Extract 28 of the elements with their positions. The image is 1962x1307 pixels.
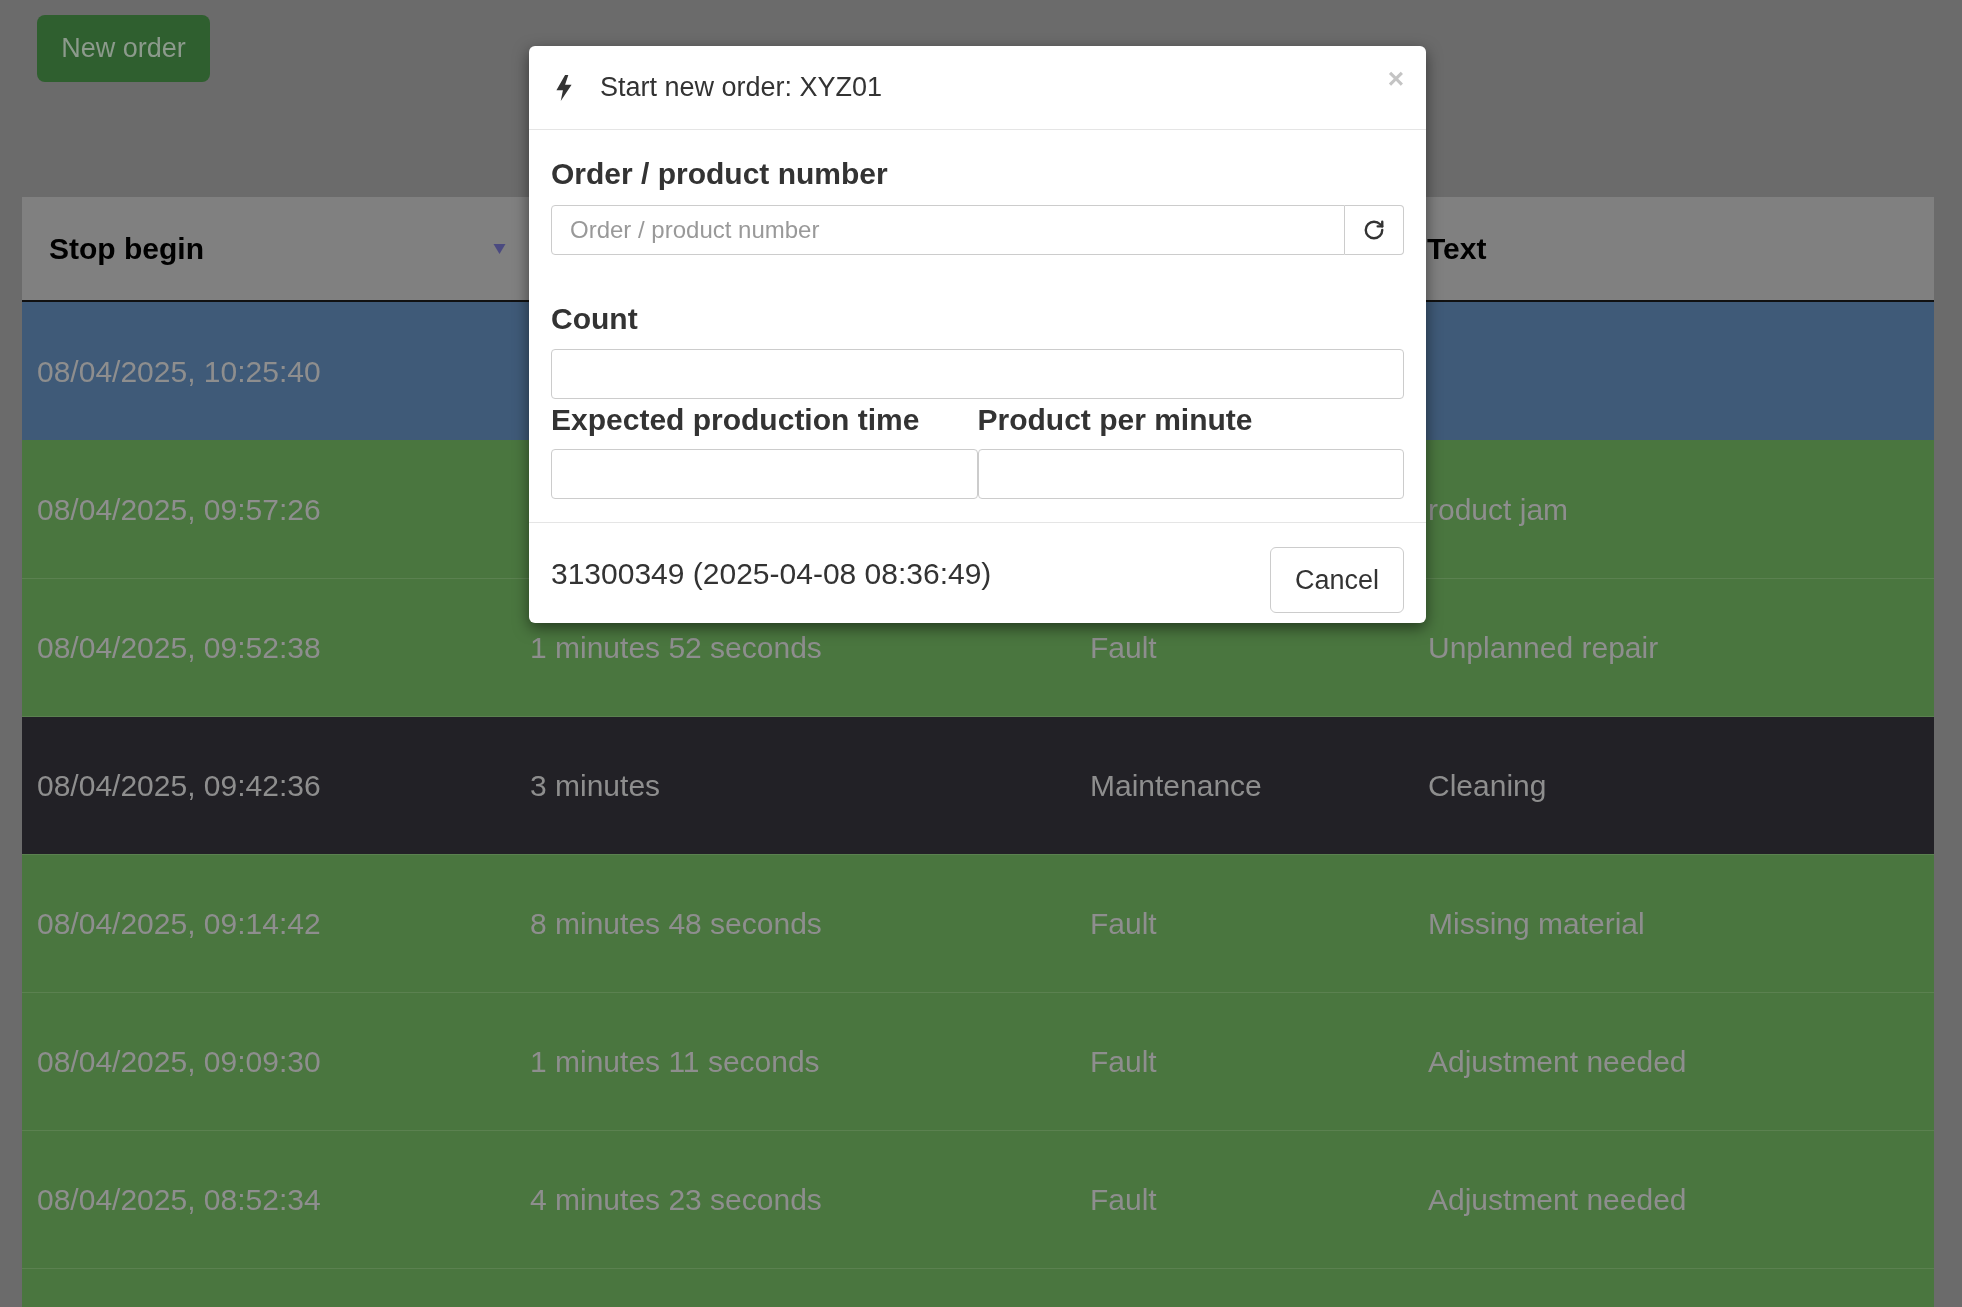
- field-label: Count: [551, 301, 639, 337]
- table-cell: 08/04/2025, 09:57:26: [37, 492, 321, 526]
- table-cell: 08/04/2025, 09:14:42: [37, 907, 321, 940]
- field-label: Order / product number: [551, 156, 889, 192]
- table-cell: Adjustment needed: [1428, 1183, 1687, 1216]
- field-label: Expected production time: [551, 402, 921, 438]
- table-cell: 08/04/2025, 09:42:36: [37, 769, 321, 802]
- table-cell: Adjustment needed: [1428, 1045, 1687, 1078]
- table-cell: Unplanned repair: [1428, 631, 1659, 664]
- dialog-title: Start new order: XYZ01: [600, 71, 883, 105]
- table-cell: 08/04/2025, 09:52:38: [37, 631, 321, 664]
- table-cell: Maintenance: [1090, 769, 1262, 802]
- table-cell: Cleaning: [1428, 769, 1547, 802]
- table-cell: Fault: [1090, 907, 1157, 940]
- table-cell: 1 minutes 11 seconds: [530, 1045, 820, 1078]
- table-cell: 08/04/2025, 10:25:40: [37, 354, 321, 388]
- table-cell: Missing material: [1428, 907, 1645, 940]
- table-cell: Fault: [1090, 1045, 1157, 1078]
- table-cell: 8 minutes 48 seconds: [530, 907, 822, 940]
- table-cell: 08/04/2025, 09:09:30: [37, 1045, 321, 1078]
- table-cell: 1 minutes 52 seconds: [530, 631, 822, 664]
- table-cell: Fault: [1090, 1183, 1157, 1216]
- table-cell: 3 minutes: [530, 769, 661, 802]
- table-cell: Fault: [1090, 631, 1157, 664]
- table-cell: 4 minutes 23 seconds: [530, 1183, 822, 1216]
- table-cell: roduct jam: [1428, 492, 1569, 526]
- field-label: Product per minute: [977, 402, 1254, 438]
- table-cell: 08/04/2025, 08:52:34: [37, 1183, 321, 1216]
